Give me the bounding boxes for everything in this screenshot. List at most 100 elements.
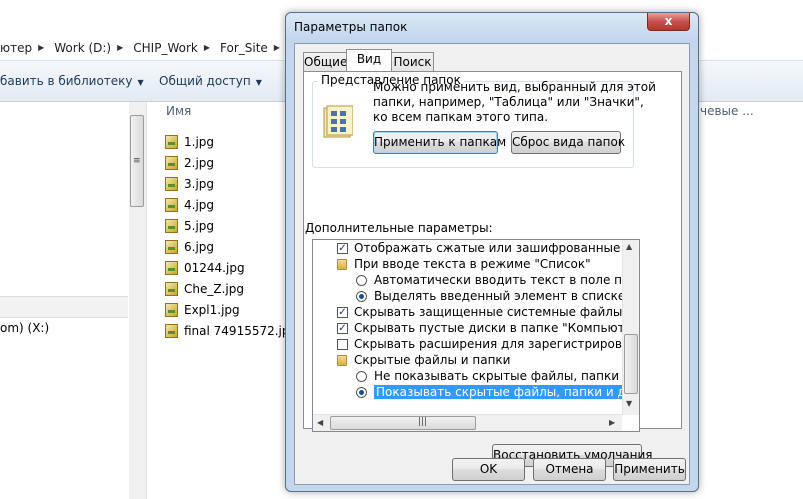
checkbox-checked-icon[interactable]: ✓: [337, 242, 348, 254]
description-line: папки, например, "Таблица" или "Значки",: [373, 95, 644, 109]
jpg-file-icon: [165, 218, 178, 233]
setting-hide-extensions[interactable]: Скрывать расширения для зарегистрированн…: [337, 336, 639, 352]
jpg-file-icon: [165, 134, 178, 149]
list-item[interactable]: 5.jpg: [165, 215, 297, 236]
list-item[interactable]: 01244.jpg: [165, 257, 297, 278]
list-item[interactable]: 1.jpg: [165, 131, 297, 152]
tab-general[interactable]: Общие: [303, 52, 347, 72]
tab-label: Поиск: [393, 55, 432, 69]
setting-label: Автоматически вводить текст в поле поиск…: [374, 273, 640, 287]
checkbox-unchecked-icon[interactable]: [337, 338, 348, 350]
folder-views-description: Можно применить вид, выбранный для этой …: [373, 80, 656, 125]
chevron-right-icon[interactable]: ▶: [117, 43, 123, 52]
column-name-header[interactable]: Имя: [166, 104, 191, 118]
setting-select-typed-item[interactable]: Выделять введенный элемент в списке: [356, 288, 625, 304]
tab-view[interactable]: Вид: [346, 49, 392, 72]
file-name: final 74915572.jpg: [184, 323, 298, 338]
setting-label: Скрывать расширения для зарегистрированн…: [354, 337, 639, 351]
tab-label: Вид: [356, 52, 382, 66]
folder-options-dialog: Параметры папок x Общие Вид Поиск Предст…: [285, 12, 699, 492]
jpg-file-icon: [165, 323, 178, 338]
setting-show-hidden[interactable]: Показывать скрытые файлы, папки и диски: [356, 384, 639, 400]
view-tab-panel: Представление папок Можно применить вид,…: [303, 71, 682, 467]
tree-horizontal-scrollbar[interactable]: ◀ ||| ▶: [313, 414, 622, 431]
close-icon: x: [664, 14, 673, 28]
setting-label: Не показывать скрытые файлы, папки и дис…: [374, 369, 639, 383]
radio-unselected-icon[interactable]: [356, 274, 367, 286]
nav-scrollbar[interactable]: ≡: [129, 102, 146, 499]
dropdown-arrow-icon: ▼: [255, 78, 262, 87]
ok-button[interactable]: OK: [452, 458, 525, 481]
breadcrumb-computer[interactable]: ютер: [0, 41, 32, 55]
reset-folders-button[interactable]: Сброс вида папок: [511, 131, 625, 154]
jpg-file-icon: [165, 239, 178, 254]
list-item[interactable]: 6.jpg: [165, 236, 297, 257]
setting-dont-show-hidden[interactable]: Не показывать скрытые файлы, папки и дис…: [356, 368, 639, 384]
scroll-down-arrow-icon[interactable]: ▼: [626, 399, 632, 408]
file-name: 2.jpg: [184, 155, 215, 170]
description-line: ко всем папкам этого типа.: [373, 110, 549, 124]
scroll-right-arrow-icon[interactable]: ▶: [609, 418, 615, 427]
checkbox-checked-icon[interactable]: ✓: [337, 306, 348, 318]
tab-label: Общие: [304, 55, 348, 69]
checkbox-checked-icon[interactable]: ✓: [337, 322, 348, 334]
close-button[interactable]: x: [647, 13, 690, 31]
radio-selected-icon[interactable]: [356, 386, 367, 398]
breadcrumb-work-d[interactable]: Work (D:): [54, 41, 111, 55]
jpg-file-icon: [165, 281, 178, 296]
cancel-button[interactable]: Отмена: [533, 458, 606, 481]
radio-unselected-icon[interactable]: [356, 370, 367, 382]
jpg-file-icon: [165, 197, 178, 212]
dialog-title: Параметры папок: [294, 20, 408, 34]
setting-label: При вводе текста в режиме "Список": [354, 257, 591, 271]
dialog-titlebar[interactable]: Параметры папок x: [286, 13, 698, 43]
dropdown-arrow-icon: ▼: [137, 78, 144, 87]
advanced-settings-tree[interactable]: ✓ Отображать сжатые или зашифрованные фай…: [312, 239, 640, 432]
file-name: 3.jpg: [184, 176, 215, 191]
file-name: 4.jpg: [184, 197, 215, 212]
radio-selected-icon[interactable]: [356, 290, 367, 302]
apply-to-folders-button[interactable]: Применить к папкам: [373, 131, 506, 154]
chevron-right-icon[interactable]: ▶: [204, 43, 210, 52]
list-item[interactable]: 3.jpg: [165, 173, 297, 194]
list-item[interactable]: 4.jpg: [165, 194, 297, 215]
column-keywords-header[interactable]: чевые ...: [700, 104, 754, 118]
setting-label: Отображать сжатые или зашифрованные файл…: [354, 241, 639, 255]
scroll-left-arrow-icon[interactable]: ◀: [317, 418, 323, 427]
tree-vertical-scrollbar[interactable]: ▲ ▼: [622, 240, 639, 415]
share-label: Общий доступ: [159, 74, 251, 88]
list-item[interactable]: 2.jpg: [165, 152, 297, 173]
setting-hide-protected-files[interactable]: ✓ Скрывать защищенные системные файлы (ре…: [337, 304, 639, 320]
file-name: Expl1.jpg: [184, 302, 240, 317]
list-item[interactable]: Che_Z.jpg: [165, 278, 297, 299]
jpg-file-icon: [165, 302, 178, 317]
apply-button[interactable]: Применить: [613, 458, 686, 481]
setting-group-list-typing: При вводе текста в режиме "Список": [337, 256, 591, 272]
add-to-library-label: бавить в библиотеку: [0, 74, 133, 88]
advanced-settings-label: Дополнительные параметры:: [305, 221, 493, 235]
list-item[interactable]: Expl1.jpg: [165, 299, 297, 320]
setting-label: Скрывать пустые диски в папке "Компьютер…: [354, 321, 640, 335]
setting-auto-type-search[interactable]: Автоматически вводить текст в поле поиск…: [356, 272, 640, 288]
file-list: 1.jpg 2.jpg 3.jpg 4.jpg 5.jpg 6.jpg 0124…: [165, 131, 297, 341]
setting-hide-empty-drives[interactable]: ✓ Скрывать пустые диски в папке "Компьюте…: [337, 320, 640, 336]
grip-icon: |||: [418, 417, 428, 427]
scroll-up-arrow-icon[interactable]: ▲: [626, 242, 632, 251]
list-item[interactable]: final 74915572.jpg: [165, 320, 297, 341]
breadcrumb-for-site[interactable]: For_Site: [220, 41, 268, 55]
setting-label: Скрытые файлы и папки: [354, 353, 511, 367]
tree-hscroll-thumb[interactable]: |||: [330, 416, 476, 430]
nav-selected-row[interactable]: [0, 296, 128, 318]
tab-search[interactable]: Поиск: [391, 52, 434, 72]
chevron-right-icon[interactable]: ▶: [274, 43, 280, 52]
file-name: 6.jpg: [184, 239, 215, 254]
file-name: 01244.jpg: [184, 260, 245, 275]
nav-drive-item[interactable]: om) (X:): [0, 321, 49, 335]
jpg-file-icon: [165, 176, 178, 191]
tree-vscroll-thumb[interactable]: [624, 334, 638, 394]
chevron-right-icon[interactable]: ▶: [38, 43, 44, 52]
add-to-library-button[interactable]: бавить в библиотеку ▼: [0, 74, 144, 88]
breadcrumb-chip-work[interactable]: CHIP_Work: [133, 41, 198, 55]
setting-show-encrypted[interactable]: ✓ Отображать сжатые или зашифрованные фай…: [337, 240, 639, 256]
share-button[interactable]: Общий доступ ▼: [159, 74, 262, 88]
